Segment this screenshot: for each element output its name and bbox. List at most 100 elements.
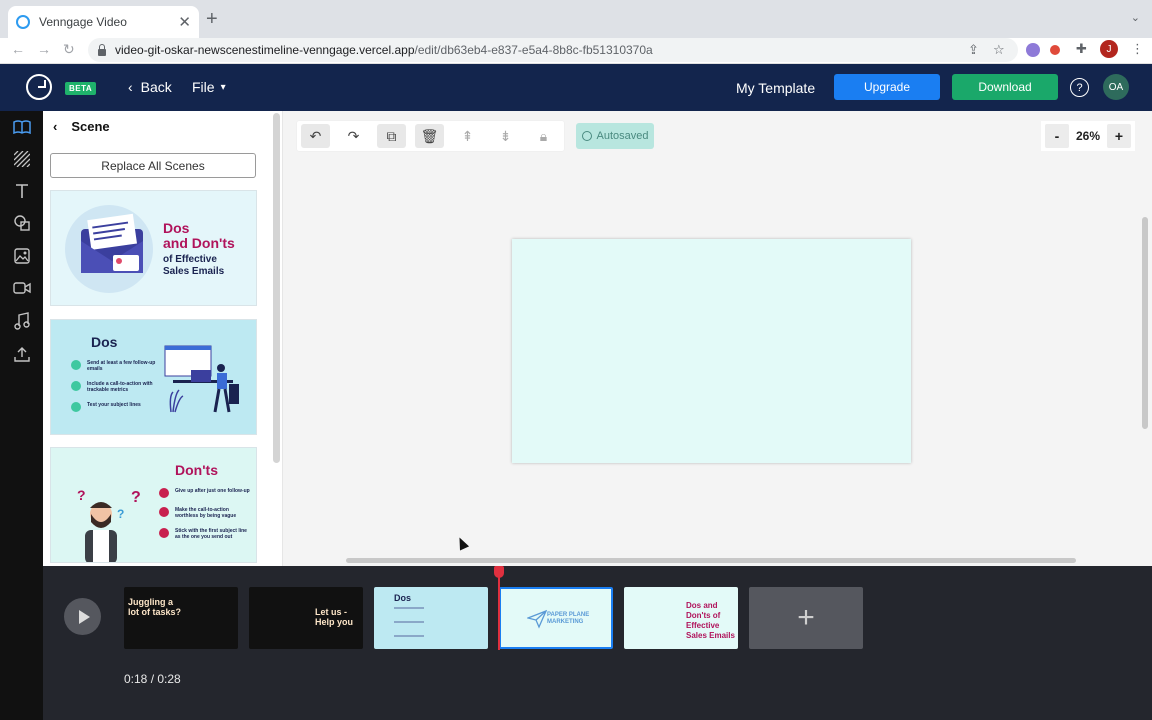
total-time: 0:28 [157,672,181,686]
pattern-icon[interactable] [12,149,32,169]
file-label: File [192,79,215,95]
scene-thumbnail-3[interactable]: Don'ts Give up after just one follow-up … [50,447,257,563]
text-icon[interactable] [12,181,32,201]
app-header: BETA ‹ Back File ▾ My Template Upgrade D… [0,64,1152,111]
url-path: /edit/db63eb4-e837-e5a4-8b8c-fb51310370a [414,43,653,57]
back-button[interactable]: ‹ Back [128,79,172,95]
timeline-clip-5[interactable]: Dos and Don'ts of Effective Sales Emails [624,587,738,649]
reload-icon[interactable]: ↻ [63,41,75,58]
vertical-scrollbar[interactable] [1142,217,1148,429]
delete-icon[interactable]: 🗑 [415,124,444,148]
puzzle-icon[interactable]: ✚ [1076,41,1087,57]
url-input[interactable]: video-git-oskar-newscenestimeline-vennga… [88,38,1018,62]
browser-tab[interactable]: Venngage Video ✕ [8,6,199,38]
upload-icon[interactable] [12,344,32,364]
timeline-clip-4-selected[interactable]: PAPER PLANE MARKETING [499,587,613,649]
browser-profile-avatar[interactable]: J [1100,40,1118,58]
check-icon [71,402,81,412]
forward-arrow-icon[interactable]: → [37,41,51,57]
confused-person-illustration-icon: ? ? ? [77,487,141,562]
video-icon[interactable] [12,278,32,298]
shapes-icon[interactable] [12,213,32,233]
current-time: 0:18 [124,672,148,686]
scene3-title: Don'ts [175,462,218,478]
scene-thumbnail-2[interactable]: Dos Send at least a few follow-up emails… [50,319,257,435]
image-icon[interactable] [12,246,32,266]
svg-text:?: ? [117,507,124,521]
star-icon[interactable]: ☆ [993,42,1005,58]
list-item: Stick with the first subject line as the… [159,528,253,540]
share-icon[interactable]: ⇪ [968,42,979,58]
time-separator: / [147,672,158,686]
download-button[interactable]: Download [952,74,1058,100]
new-tab-button[interactable]: + [206,8,218,30]
playhead-handle[interactable] [494,566,504,578]
panel-scrollbar[interactable] [273,113,280,463]
record-extension-icon[interactable] [1050,45,1060,55]
file-menu-button[interactable]: File ▾ [192,79,226,95]
clip5-text: Dos and Don'ts of Effective Sales Emails [686,601,735,640]
tab-title: Venngage Video [39,15,127,29]
upgrade-button[interactable]: Upgrade [834,74,940,100]
plus-icon: + [797,601,815,634]
redo-icon[interactable]: ↷ [339,124,368,148]
music-icon[interactable] [12,311,32,331]
panel-title: Scene [71,119,110,134]
timeline-clip-1[interactable]: Juggling a lot of tasks? [124,587,238,649]
help-icon[interactable]: ? [1070,78,1089,97]
replace-all-scenes-button[interactable]: Replace All Scenes [50,153,256,178]
playhead-line [498,568,500,650]
svg-text:?: ? [131,489,141,506]
autosaved-label: Autosaved [596,130,649,142]
zoom-out-button[interactable]: - [1045,124,1069,148]
user-avatar[interactable]: OA [1103,74,1129,100]
browser-tab-bar: Venngage Video ✕ + ⌄ [0,0,1152,38]
scene1-sub2: Sales Emails [163,266,225,277]
bring-forward-icon[interactable]: ⇞ [453,124,482,148]
svg-text:?: ? [77,487,86,503]
book-icon[interactable] [12,117,32,137]
chevron-down-icon[interactable]: ⌄ [1131,11,1140,24]
check-icon [71,381,81,391]
venngage-favicon-icon [16,15,30,29]
chevron-down-icon: ▾ [220,81,226,93]
timeline-clip-3[interactable]: Dos [374,587,488,649]
lock-icon [98,43,106,56]
list-item: Include a call-to-action with trackable … [71,381,171,393]
lock-icon[interactable]: 🔒︎ [529,124,558,148]
clip4-text: PAPER PLANE MARKETING [547,612,590,625]
send-backward-icon[interactable]: ⇟ [491,124,520,148]
play-button[interactable] [64,598,101,635]
venngage-logo-icon[interactable] [26,74,52,100]
beta-badge: BETA [65,82,97,95]
timeline-clip-2[interactable]: Let us - Help you [249,587,363,649]
horizontal-scrollbar[interactable] [346,558,1076,563]
scene1-sub1: of Effective [163,254,217,265]
zoom-in-button[interactable]: + [1107,124,1131,148]
undo-icon[interactable]: ↶ [301,124,330,148]
timecode: 0:18 / 0:28 [124,672,181,686]
address-bar: ← → ↻ video-git-oskar-newscenestimeline-… [0,38,1152,64]
chevron-left-icon[interactable]: ‹ [53,119,57,134]
extension-colorful-icon[interactable] [1026,43,1040,57]
scene-thumbnail-1[interactable]: Dos and Don'ts of Effective Sales Emails [50,190,257,306]
more-vert-icon[interactable]: ⋮ [1131,41,1144,57]
check-icon [71,360,81,370]
zoom-control: - 26% + [1041,121,1135,151]
canvas-stage[interactable] [512,239,911,463]
list-item: Make the call-to-action worthless by bei… [159,507,253,519]
scene-panel: ‹ Scene Replace All Scenes Dos and Don't… [43,111,283,566]
duplicate-icon[interactable]: ⧉ [377,124,406,148]
add-scene-button[interactable]: + [749,587,863,649]
close-tab-icon[interactable]: ✕ [178,13,191,31]
back-arrow-icon[interactable]: ← [11,41,25,57]
play-icon [78,609,90,624]
edit-toolbar: ↶ ↷ ⧉ 🗑 ⇞ ⇟ 🔒︎ [297,121,564,151]
zoom-level: 26% [1075,129,1101,143]
back-label: Back [140,79,172,95]
template-title[interactable]: My Template [736,80,815,96]
list-item: Test your subject lines [71,402,171,412]
scene1-title: Dos [163,220,190,236]
person-at-computer-illustration-icon [164,345,239,413]
check-circle-icon [581,131,592,141]
